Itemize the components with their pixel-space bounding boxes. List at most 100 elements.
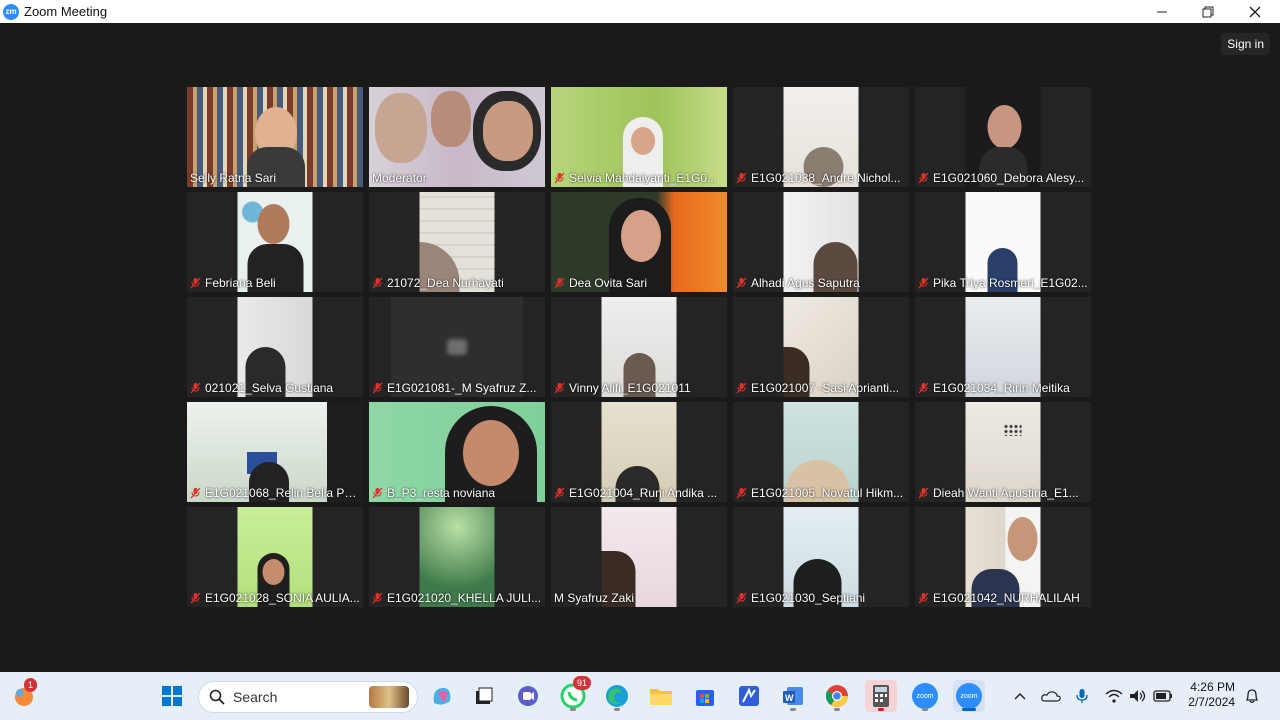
participant-tile[interactable]: E1G021060_Debora Alesy... [915, 87, 1091, 187]
participant-tile-active-speaker[interactable]: Moderator [369, 87, 545, 187]
mic-muted-icon [918, 277, 929, 289]
microphone-button[interactable] [1072, 686, 1092, 706]
start-button[interactable] [156, 680, 188, 712]
participant-name-label: Vinny Alifi_E1G021011 [554, 381, 724, 395]
participant-name-label: Dea Ovita Sari [554, 276, 724, 290]
participant-tile[interactable]: E1G021007 -Sasi Aprianti... [733, 297, 909, 397]
participant-tile[interactable]: B_P3_resta noviana [369, 402, 545, 502]
participant-name-label: E1G021034_Ririn Meitika [918, 381, 1088, 395]
participant-tile[interactable]: Vinny Alifi_E1G021011 [551, 297, 727, 397]
sign-in-button[interactable]: Sign in [1221, 33, 1270, 55]
mic-muted-icon [554, 172, 565, 184]
zoom-meeting-button[interactable]: zoom [953, 680, 985, 712]
participant-tile[interactable]: Pika Triya Rosmeri_E1G02... [915, 192, 1091, 292]
chrome-button[interactable] [821, 680, 853, 712]
store-button[interactable] [689, 680, 721, 712]
mic-muted-icon [736, 277, 747, 289]
task-view-icon [476, 687, 493, 704]
whatsapp-button[interactable]: 91 [557, 676, 592, 712]
participant-name-label: Alhadi Agus Saputra [736, 276, 906, 290]
copilot-button[interactable] [426, 680, 458, 712]
participant-tile[interactable]: E1G021038_Andre Nichol... [733, 87, 909, 187]
participant-name-label: E1G021020_KHELLA JULI... [372, 591, 542, 605]
taskbar-clock[interactable]: 4:26 PM 2/7/2024 [1188, 680, 1235, 710]
participant-name-label: E1G021004_Runi Andika ... [554, 486, 724, 500]
participant-tile[interactable]: E1G021030_Septiani [733, 507, 909, 607]
participant-tile[interactable]: E1G021081-_M Syafruz Z... [369, 297, 545, 397]
participant-tile[interactable]: Dieah Wanti Agustina_E1... [915, 402, 1091, 502]
participant-name-label: E1G021068_Relin Bella Pe... [190, 486, 360, 500]
app-button[interactable] [733, 680, 765, 712]
participant-tile[interactable]: E1G021004_Runi Andika ... [551, 402, 727, 502]
participant-tile[interactable]: 21072_Dea Nurhayati [369, 192, 545, 292]
taskbar-search-box[interactable]: Search [198, 681, 418, 713]
running-indicator [570, 708, 576, 711]
battery-icon [1153, 690, 1172, 702]
active-indicator [962, 708, 976, 711]
battery-button[interactable] [1153, 686, 1173, 706]
participant-tile[interactable]: E1G021005_Novatul Hikm... [733, 402, 909, 502]
zoom-logo-icon: zm [3, 3, 19, 20]
participant-tile[interactable]: Febriana Beli [187, 192, 363, 292]
participant-name-label: E1G021030_Septiani [736, 591, 906, 605]
participant-tile[interactable]: E1G021042_NURHALILAH [915, 507, 1091, 607]
participant-name-label: Selvia Mahdaiyanti_E1G0... [554, 171, 724, 185]
notification-badge: 1 [24, 678, 38, 692]
participant-tile[interactable]: Alhadi Agus Saputra [733, 192, 909, 292]
participant-tile[interactable]: E1G021068_Relin Bella Pe... [187, 402, 363, 502]
word-icon: W [783, 687, 803, 705]
onedrive-button[interactable] [1041, 686, 1061, 706]
participant-tile[interactable]: E1G021028_SONIA AULIA... [187, 507, 363, 607]
notifications-button[interactable] [1242, 686, 1262, 706]
clock-date: 2/7/2024 [1188, 695, 1235, 709]
search-icon [209, 689, 225, 705]
cloud-icon [1041, 691, 1061, 702]
close-icon [1249, 6, 1261, 17]
participant-name-label: E1G021060_Debora Alesy... [918, 171, 1088, 185]
calculator-button[interactable] [865, 680, 897, 712]
participant-name-label: E1G021081-_M Syafruz Z... [372, 381, 542, 395]
show-hidden-icons-button[interactable] [1010, 686, 1030, 706]
widgets-button[interactable]: 1 [8, 678, 40, 712]
participant-tile[interactable]: Selvia Mahdaiyanti_E1G0... [551, 87, 727, 187]
restore-icon [1202, 6, 1214, 17]
search-label: Search [233, 689, 278, 705]
mic-muted-icon [736, 382, 747, 394]
participant-name-label: E1G021028_SONIA AULIA... [190, 591, 360, 605]
participant-name-label: Pika Triya Rosmeri_E1G02... [918, 276, 1088, 290]
file-explorer-button[interactable] [645, 680, 677, 712]
participant-name-label: E1G021007 -Sasi Aprianti... [736, 381, 906, 395]
task-view-button[interactable] [468, 680, 500, 712]
restore-button[interactable] [1185, 0, 1231, 23]
close-button[interactable] [1232, 0, 1278, 23]
zoom-button[interactable]: zoom [909, 680, 941, 712]
participant-tile[interactable]: 021021_Selva Gustiana [187, 297, 363, 397]
participant-tile[interactable]: M Syafruz Zaki [551, 507, 727, 607]
participant-tile[interactable]: E1G021020_KHELLA JULI... [369, 507, 545, 607]
participant-name-label: E1G021005_Novatul Hikm... [736, 486, 906, 500]
minimize-button[interactable] [1139, 0, 1185, 23]
participant-name-label: 021021_Selva Gustiana [190, 381, 360, 395]
chevron-up-icon [1014, 693, 1026, 700]
mic-muted-icon [918, 487, 929, 499]
volume-button[interactable] [1128, 686, 1148, 706]
edge-button[interactable] [601, 680, 633, 712]
zoom-icon: zoom [912, 683, 938, 709]
meeting-area: Sign in Selly Ratna Sari Moderator Selvi… [0, 23, 1280, 672]
wifi-button[interactable] [1104, 686, 1124, 706]
mic-muted-icon [554, 382, 565, 394]
zoom-icon: zoom [956, 683, 982, 709]
participant-tile[interactable]: Dea Ovita Sari [551, 192, 727, 292]
participant-name-label: Dieah Wanti Agustina_E1... [918, 486, 1088, 500]
participant-tile[interactable]: E1G021034_Ririn Meitika [915, 297, 1091, 397]
participant-tile[interactable]: Selly Ratna Sari [187, 87, 363, 187]
windows-taskbar: 1 Search 91 W zoom zoom 4:26 PM 2/7/2024 [0, 672, 1280, 720]
word-button[interactable]: W [777, 680, 809, 712]
mic-muted-icon [918, 382, 929, 394]
running-indicator [834, 708, 840, 711]
bell-icon [1245, 689, 1259, 704]
teams-chat-button[interactable] [512, 680, 544, 712]
copilot-icon [433, 687, 451, 705]
calculator-icon [873, 685, 889, 707]
window-title: Zoom Meeting [24, 4, 108, 19]
